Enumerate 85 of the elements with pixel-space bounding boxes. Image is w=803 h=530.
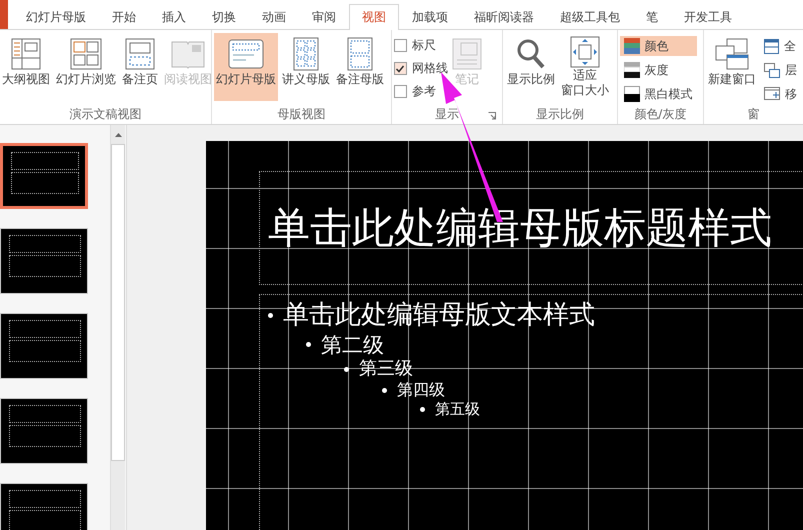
body-text: 第二级 (321, 332, 384, 358)
open-book-icon (171, 39, 205, 69)
outline-view-icon (11, 38, 41, 70)
ribbon-button[interactable]: 讲义母版 (280, 33, 332, 101)
ribbon-tab[interactable]: 审阅 (299, 4, 349, 29)
slide-canvas[interactable]: 单击此处编辑母版标题样式 单击此处编辑母版文本样式 第二级 第三级 第四级 第五级 (206, 141, 803, 530)
button-label: 新建窗口 (708, 72, 756, 87)
group-label: 显示 (435, 106, 460, 122)
group-label: 显示比例 (536, 106, 584, 122)
ribbon-button[interactable]: 适应 窗口大小 (559, 33, 612, 101)
body-text: 第五级 (435, 400, 480, 419)
color-swatch-icon (624, 38, 640, 54)
dialog-launcher-icon[interactable] (488, 112, 496, 120)
group-label: 母版视图 (277, 106, 326, 122)
group-label: 颜色/灰度 (634, 106, 686, 122)
ribbon-tab[interactable]: 幻灯片母版 (8, 4, 99, 29)
notes-panel-icon (452, 38, 482, 70)
ribbon-button[interactable]: 幻灯片浏览 (54, 33, 118, 101)
group-label: 窗 (748, 106, 760, 122)
move-window-icon (764, 86, 780, 102)
slide-thumbnail[interactable] (0, 228, 88, 294)
ribbon-button[interactable]: 灰度 (620, 60, 697, 80)
slide-grid-icon (70, 38, 102, 70)
ribbon-tab[interactable]: 加载项 (399, 4, 461, 29)
ribbon-tab[interactable]: 动画 (249, 4, 299, 29)
ribbon-tab[interactable]: 切换 (199, 4, 249, 29)
slide-thumbnail[interactable] (0, 313, 88, 379)
checkbox[interactable]: 网格线 (394, 59, 448, 78)
button-label: 显示比例 (507, 72, 556, 87)
body-text: 第三级 (359, 358, 413, 380)
ribbon-button[interactable]: 备注页 (120, 33, 160, 101)
tiled-windows-icon (764, 38, 780, 54)
button-label: 幻灯片母版 (216, 72, 276, 87)
two-tone-swatch-icon (624, 86, 640, 102)
button-label: 备注页 (122, 72, 158, 87)
group-label: 演示文稿视图 (70, 106, 142, 122)
handout-grid-icon (293, 37, 319, 71)
button-label: 笔记 (454, 72, 479, 87)
fit-window-icon (570, 36, 600, 68)
ribbon-button[interactable]: 显示比例 (505, 33, 558, 101)
button-label: 适应 窗口大小 (561, 68, 610, 98)
notes-layout-icon (347, 37, 373, 71)
ribbon-button[interactable]: 层 (760, 60, 802, 80)
bullet-dot (268, 312, 273, 318)
notes-page-icon (125, 38, 155, 70)
button-label: 幻灯片浏览 (56, 72, 116, 87)
shade-swatch-icon (624, 62, 640, 78)
body-placeholder[interactable]: 单击此处编辑母版文本样式 第二级 第三级 第四级 第五级 (259, 294, 803, 530)
ribbon-tab[interactable]: 开始 (99, 4, 149, 29)
cascade-windows-icon (764, 62, 780, 78)
ribbon-tab[interactable]: 视图 (349, 4, 399, 30)
checkmark-icon (395, 64, 406, 74)
checkbox[interactable]: 标尺 (394, 36, 448, 55)
new-window-icon (715, 38, 750, 70)
ribbon-button[interactable]: 全 (760, 36, 802, 56)
scrollbar[interactable] (110, 125, 125, 530)
slide-thumbnail[interactable] (0, 483, 88, 530)
slide-thumbnail[interactable] (0, 143, 88, 209)
button-label: 大纲视图 (2, 72, 50, 87)
bullet-dot (306, 342, 311, 348)
ribbon-button[interactable]: 移 (760, 84, 802, 104)
ribbon-button[interactable]: 新建窗口 (706, 33, 758, 101)
ribbon-tab[interactable]: 超级工具包 (547, 4, 633, 29)
ribbon-tab[interactable]: 福昕阅读器 (461, 4, 547, 29)
slide-thumbnail[interactable] (0, 398, 88, 464)
ribbon-button[interactable]: 黑白模式 (620, 84, 697, 104)
body-text: 第四级 (397, 380, 445, 400)
search-icon (516, 38, 546, 70)
body-text: 单击此处编辑母版文本样式 (283, 299, 595, 332)
button-label: 阅读视图 (164, 72, 212, 87)
checkbox[interactable]: 参考 (394, 82, 448, 101)
ribbon-tab[interactable]: 笔 (633, 4, 671, 29)
ribbon-button[interactable]: 幻灯片母版 (214, 33, 278, 101)
button-label: 备注母版 (336, 72, 384, 87)
slide-layout-icon (228, 39, 264, 69)
slide-title: 单击此处编辑母版标题样式 (268, 202, 772, 254)
ribbon-button[interactable]: 颜色 (620, 36, 697, 56)
ribbon-button[interactable]: 备注母版 (334, 33, 386, 101)
bullet-dot (382, 388, 387, 393)
button-label: 讲义母版 (282, 72, 330, 87)
ribbon-button[interactable]: 大纲视图 (0, 33, 52, 101)
bullet-dot (344, 366, 349, 372)
bullet-dot (420, 407, 425, 412)
ribbon-tab[interactable]: 开发工具 (671, 4, 745, 29)
ribbon-tab[interactable]: 插入 (149, 4, 199, 29)
